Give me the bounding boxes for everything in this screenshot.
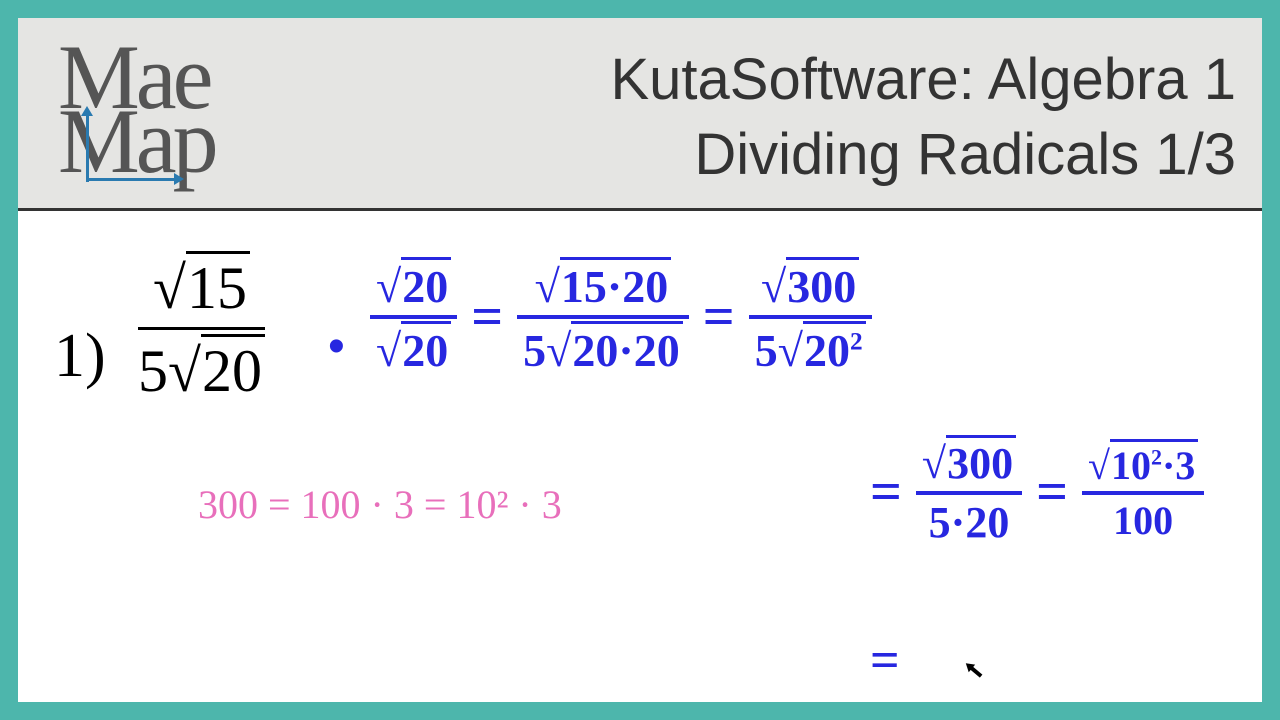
step5-num-a: 10 <box>1111 443 1151 488</box>
step1-den: 20 <box>401 321 451 377</box>
step5-num-b: ·3 <box>1162 443 1195 488</box>
equals-icon: = <box>870 460 916 524</box>
equals-icon: = <box>689 285 749 349</box>
title: KutaSoftware: Algebra 1 Dividing Radical… <box>610 42 1236 193</box>
printed-den-coef: 5 <box>138 338 168 404</box>
step4-num: 300 <box>946 435 1016 489</box>
trailing-equals: = <box>870 631 900 690</box>
printed-problem: √15 5√20 <box>138 251 265 406</box>
step-1: √20 √20 = √15·20 5√20·20 = √300 5√202 <box>370 257 872 377</box>
step2-den-rad: 20·20 <box>571 321 682 377</box>
title-line-1: KutaSoftware: Algebra 1 <box>610 42 1236 117</box>
step5-num-exp: 2 <box>1151 445 1162 470</box>
title-line-2: Dividing Radicals 1/3 <box>610 117 1236 192</box>
step2-den-coef: 5 <box>523 325 546 376</box>
printed-den-radicand: 20 <box>201 334 265 406</box>
printed-denominator: 5√20 <box>138 330 265 406</box>
step3-den-exp: 2 <box>850 328 863 356</box>
problem-number: 1) <box>54 321 106 392</box>
equals-icon: = <box>457 285 517 349</box>
step4-den: 5·20 <box>916 495 1022 548</box>
step5-den: 100 <box>1082 495 1204 544</box>
printed-num-radicand: 15 <box>186 251 250 323</box>
vertical-axis-icon <box>86 114 89 182</box>
step2-num: 15·20 <box>560 257 671 313</box>
pink-factor-note: 300 = 100 · 3 = 10² · 3 <box>198 481 562 528</box>
horizontal-axis-icon <box>88 178 176 181</box>
step3-den-coef: 5 <box>755 325 778 376</box>
pencil-cursor-icon <box>958 654 992 688</box>
content-frame: Mae Map KutaSoftware: Algebra 1 Dividing… <box>18 18 1262 702</box>
equals-icon: = <box>870 631 900 690</box>
header: Mae Map KutaSoftware: Algebra 1 Dividing… <box>18 18 1262 211</box>
equals-icon: = <box>1022 460 1082 524</box>
mult-dot-icon: • <box>328 319 345 374</box>
step3-den-rad: 20 <box>804 325 850 376</box>
step3-num: 300 <box>786 257 859 313</box>
step-4: = √300 5·20 = √102·3 100 <box>870 435 1204 548</box>
step1-num: 20 <box>401 257 451 313</box>
printed-numerator: √15 <box>138 251 265 330</box>
worksheet-body: 1) √15 5√20 • √20 √20 = √15·20 5√20·20 =… <box>18 211 1262 702</box>
logo: Mae Map <box>58 38 215 194</box>
